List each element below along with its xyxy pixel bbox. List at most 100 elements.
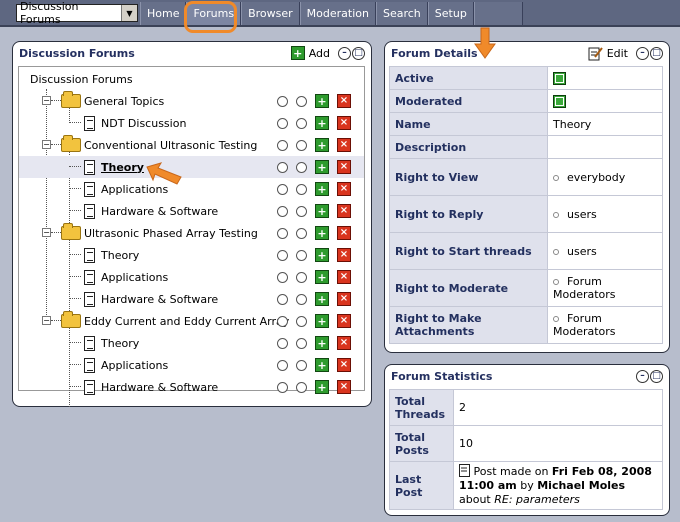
checkbox-checked-icon[interactable] xyxy=(553,71,566,85)
edit-label: Edit xyxy=(606,46,628,60)
tab-moderation[interactable]: Moderation xyxy=(299,2,376,25)
checkbox-checked-icon[interactable] xyxy=(553,94,566,108)
detail-value: Forum Moderators xyxy=(547,269,663,307)
tab-home[interactable]: Home xyxy=(140,2,187,25)
radio-button[interactable] xyxy=(296,249,307,261)
add-icon[interactable]: + xyxy=(315,248,329,262)
delete-icon[interactable]: × xyxy=(337,248,351,262)
add-icon[interactable]: + xyxy=(315,270,329,284)
radio-button[interactable] xyxy=(277,95,288,107)
radio-button[interactable] xyxy=(296,205,307,217)
forum-item[interactable]: Hardware & Software + × xyxy=(19,288,364,310)
radio-button[interactable] xyxy=(277,139,288,151)
delete-icon[interactable]: × xyxy=(337,160,351,174)
forum-item[interactable]: Theory + × xyxy=(19,332,364,354)
tab-search[interactable]: Search xyxy=(375,2,428,25)
radio-button[interactable] xyxy=(296,337,307,349)
add-icon[interactable]: + xyxy=(315,336,329,350)
forum-selector-dropdown[interactable]: Discussion Forums ▼ xyxy=(16,0,138,26)
tab-browser[interactable]: Browser xyxy=(241,2,300,25)
add-icon[interactable]: + xyxy=(315,358,329,372)
forum-selector-value: Discussion Forums xyxy=(20,0,79,26)
restore-icon[interactable]: □ xyxy=(650,46,663,60)
delete-icon[interactable]: × xyxy=(337,270,351,284)
add-icon[interactable]: + xyxy=(315,204,329,218)
collapse-icon[interactable]: − xyxy=(42,140,51,149)
tab-setup[interactable]: Setup xyxy=(427,2,474,25)
last-post-author[interactable]: Michael Moles xyxy=(537,479,625,492)
forum-group[interactable]: − Conventional Ultrasonic Testing + × xyxy=(19,134,364,156)
delete-icon[interactable]: × xyxy=(337,138,351,152)
radio-button[interactable] xyxy=(296,381,307,393)
delete-icon[interactable]: × xyxy=(337,226,351,240)
radio-button[interactable] xyxy=(296,117,307,129)
delete-icon[interactable]: × xyxy=(337,204,351,218)
add-icon[interactable]: + xyxy=(315,380,329,394)
radio-button[interactable] xyxy=(277,117,288,129)
add-icon[interactable]: + xyxy=(315,292,329,306)
restore-icon[interactable]: □ xyxy=(352,46,365,60)
add-icon[interactable]: + xyxy=(315,138,329,152)
add-icon[interactable]: + xyxy=(315,182,329,196)
forum-group[interactable]: − Ultrasonic Phased Array Testing + × xyxy=(19,222,364,244)
radio-button[interactable] xyxy=(277,337,288,349)
forum-item[interactable]: Applications + × xyxy=(19,266,364,288)
forum-item[interactable]: Theory + × xyxy=(19,156,364,178)
row-controls: + × xyxy=(277,248,351,262)
minimize-icon[interactable]: – xyxy=(636,46,649,60)
forum-item[interactable]: NDT Discussion + × xyxy=(19,112,364,134)
tab-empty[interactable] xyxy=(473,2,523,25)
forum-item[interactable]: Hardware & Software + × xyxy=(19,200,364,222)
radio-button[interactable] xyxy=(296,359,307,371)
radio-button[interactable] xyxy=(296,139,307,151)
radio-button[interactable] xyxy=(296,271,307,283)
delete-icon[interactable]: × xyxy=(337,292,351,306)
collapse-icon[interactable]: − xyxy=(42,228,51,237)
radio-button[interactable] xyxy=(296,293,307,305)
delete-icon[interactable]: × xyxy=(337,380,351,394)
edit-forum-button[interactable]: Edit xyxy=(588,46,628,61)
radio-button[interactable] xyxy=(277,183,288,195)
collapse-icon[interactable]: − xyxy=(42,96,51,105)
forum-item[interactable]: Applications + × xyxy=(19,354,364,376)
minimize-icon[interactable]: – xyxy=(636,369,649,383)
add-icon[interactable]: + xyxy=(315,94,329,108)
radio-button[interactable] xyxy=(277,315,288,327)
delete-icon[interactable]: × xyxy=(337,182,351,196)
forum-item[interactable]: Hardware & Software + × xyxy=(19,376,364,398)
radio-button[interactable] xyxy=(296,315,307,327)
add-icon[interactable]: + xyxy=(315,160,329,174)
radio-button[interactable] xyxy=(277,249,288,261)
last-post-topic[interactable]: RE: parameters xyxy=(494,493,580,506)
delete-icon[interactable]: × xyxy=(337,314,351,328)
radio-button[interactable] xyxy=(296,95,307,107)
detail-row: Name Theory xyxy=(389,112,663,136)
radio-button[interactable] xyxy=(277,227,288,239)
forum-item[interactable]: Theory + × xyxy=(19,244,364,266)
add-icon[interactable]: + xyxy=(315,314,329,328)
add-icon[interactable]: + xyxy=(315,116,329,130)
delete-icon[interactable]: × xyxy=(337,94,351,108)
radio-button[interactable] xyxy=(277,205,288,217)
radio-button[interactable] xyxy=(277,271,288,283)
radio-button[interactable] xyxy=(296,161,307,173)
radio-button[interactable] xyxy=(296,183,307,195)
restore-icon[interactable]: □ xyxy=(650,369,663,383)
add-forum-button[interactable]: + Add xyxy=(290,46,330,60)
minimize-icon[interactable]: – xyxy=(338,46,351,60)
collapse-icon[interactable]: − xyxy=(42,316,51,325)
chevron-down-icon[interactable]: ▼ xyxy=(121,5,137,21)
radio-button[interactable] xyxy=(296,227,307,239)
radio-button[interactable] xyxy=(277,161,288,173)
radio-button[interactable] xyxy=(277,359,288,371)
delete-icon[interactable]: × xyxy=(337,336,351,350)
delete-icon[interactable]: × xyxy=(337,358,351,372)
radio-button[interactable] xyxy=(277,293,288,305)
delete-icon[interactable]: × xyxy=(337,116,351,130)
add-icon[interactable]: + xyxy=(315,226,329,240)
forum-group[interactable]: − Eddy Current and Eddy Current Array + × xyxy=(19,310,364,332)
stat-row: Total Posts 10 xyxy=(389,425,663,462)
forum-item[interactable]: Applications + × xyxy=(19,178,364,200)
forum-group[interactable]: − General Topics + × xyxy=(19,90,364,112)
radio-button[interactable] xyxy=(277,381,288,393)
